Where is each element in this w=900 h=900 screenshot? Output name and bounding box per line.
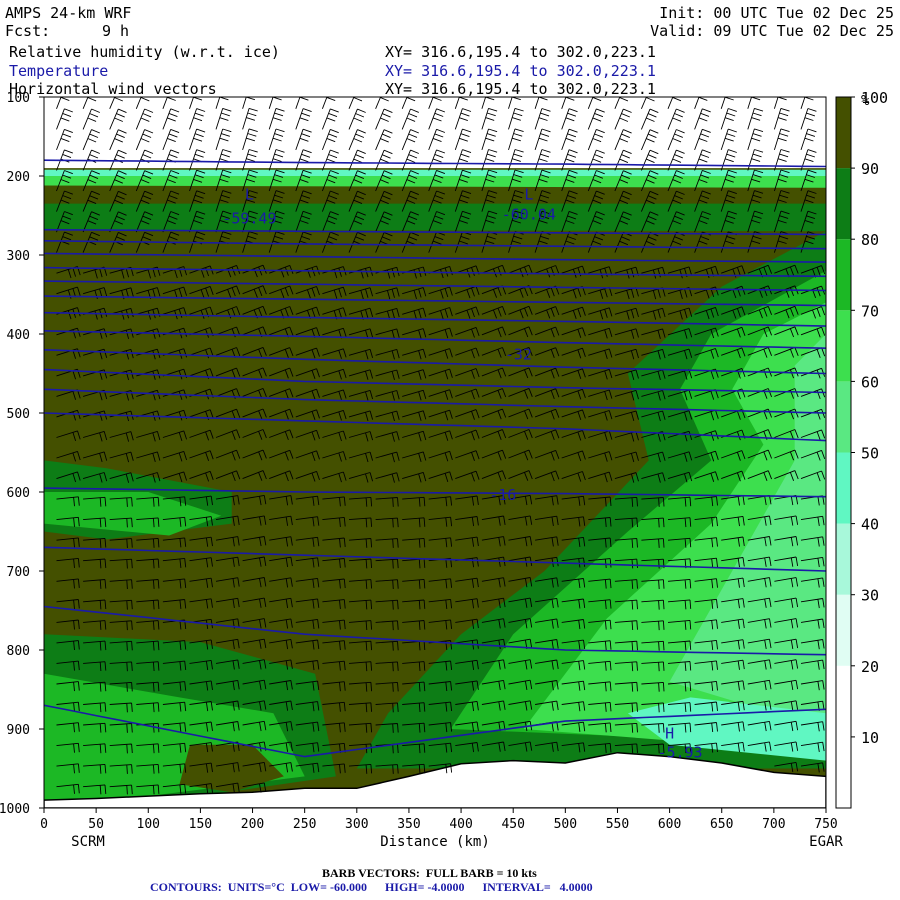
colorbar-tick-label: 20 [861, 658, 879, 676]
colorbar-swatch [836, 452, 851, 524]
y-tick-label: 100 [7, 91, 30, 106]
x-tick-label: 350 [397, 817, 420, 832]
contours-legend: CONTOURS: UNITS=°C LOW= -60.000 HIGH= -4… [150, 880, 593, 894]
x-tick-label: 450 [501, 817, 524, 832]
colorbar-swatch [836, 97, 851, 169]
contour-annotation: L [245, 186, 254, 204]
x-tick-label: 250 [293, 817, 316, 832]
x-tick-label: 50 [88, 817, 104, 832]
colorbar-swatch [836, 523, 851, 595]
colorbar-tick-label: 60 [861, 373, 879, 391]
x-tick-label: 500 [554, 817, 577, 832]
cross-section-chart: L-59.49L-60.04-32-16H-5.93 1002003004005… [0, 89, 888, 850]
colorbar-swatch [836, 310, 851, 382]
x-tick-label: 700 [762, 817, 785, 832]
colorbar-tick-label: 10 [861, 729, 879, 747]
colorbar-swatch [836, 594, 851, 666]
x-axis-label: Distance (km) [380, 834, 490, 850]
contour-annotation: L [524, 186, 533, 204]
colorbar-tick-label: 80 [861, 231, 879, 249]
y-tick-label: 600 [7, 486, 30, 501]
colorbar-tick-label: 70 [861, 302, 879, 320]
colorbar-swatch [836, 168, 851, 240]
x-tick-label: 650 [710, 817, 733, 832]
y-tick-label: 800 [7, 644, 30, 659]
colorbar: 102030405060708090100% [835, 89, 888, 809]
colorbar-tick-label: 50 [861, 445, 879, 463]
colorbar-swatch [836, 665, 851, 737]
contour-annotation: -59.49 [222, 209, 276, 227]
colorbar-tick-label: 90 [861, 160, 879, 178]
endpoint-right: EGAR [809, 834, 843, 850]
x-tick-label: 400 [449, 817, 472, 832]
x-tick-label: 0 [40, 817, 48, 832]
x-tick-label: 200 [241, 817, 264, 832]
colorbar-tick-label: 40 [861, 516, 879, 534]
y-tick-label: 700 [7, 565, 30, 580]
x-tick-label: 750 [814, 817, 837, 832]
colorbar-tick-label: 30 [861, 587, 879, 605]
barb-legend: BARB VECTORS: FULL BARB = 10 kts [322, 866, 537, 880]
colorbar-swatch [836, 381, 851, 453]
x-tick-label: 100 [137, 817, 160, 832]
colorbar-swatch [836, 239, 851, 311]
y-tick-label: 1000 [0, 802, 30, 817]
colorbar-swatch [836, 736, 851, 808]
contour-annotation: H [665, 724, 674, 742]
y-tick-label: 300 [7, 249, 30, 264]
contour-annotation: -32 [505, 345, 532, 363]
x-tick-label: 600 [658, 817, 681, 832]
x-tick-label: 150 [189, 817, 212, 832]
endpoint-left: SCRM [71, 834, 105, 850]
y-tick-label: 400 [7, 328, 30, 343]
contour-annotation: -16 [489, 486, 516, 504]
contour-annotation: -60.04 [502, 205, 556, 223]
plot-area: L-59.49L-60.04-32-16H-5.93 [44, 97, 826, 808]
colorbar-unit: % [861, 93, 870, 109]
rh-band-upper-90 [44, 203, 826, 232]
y-tick-label: 200 [7, 170, 30, 185]
y-tick-label: 900 [7, 723, 30, 738]
x-tick-label: 550 [606, 817, 629, 832]
x-tick-label: 300 [345, 817, 368, 832]
y-tick-label: 500 [7, 407, 30, 422]
contour-annotation: -5.93 [657, 743, 702, 761]
